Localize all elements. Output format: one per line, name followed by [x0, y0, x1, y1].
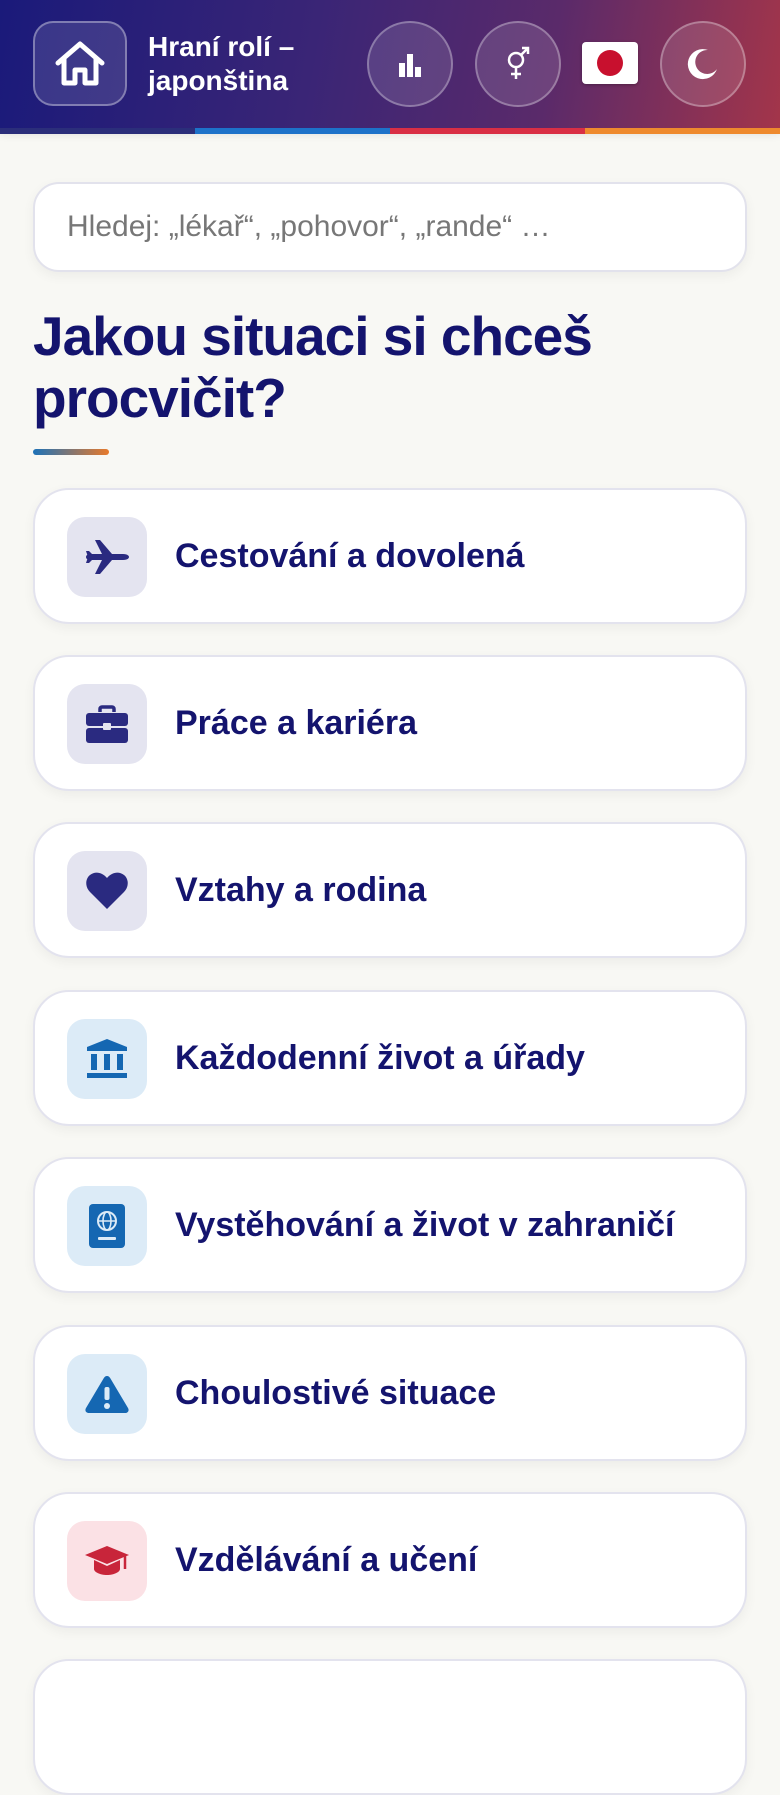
japan-flag-icon — [597, 50, 623, 76]
category-card-sensitive[interactable]: Choulostivé situace — [33, 1325, 747, 1461]
category-card-daily-life[interactable]: Každodenní život a úřady — [33, 990, 747, 1126]
header-stripe — [390, 128, 585, 134]
category-label: Vztahy a rodina — [175, 871, 427, 909]
stats-button[interactable] — [367, 21, 453, 107]
category-card-travel[interactable]: Cestování a dovolená — [33, 488, 747, 624]
briefcase-icon — [86, 705, 128, 743]
category-card-emigration[interactable]: Vystěhování a život v zahraničí — [33, 1157, 747, 1293]
theme-toggle-button[interactable] — [660, 21, 746, 107]
app-title: Hraní rolí – japonština — [148, 31, 295, 96]
moon-icon — [687, 49, 717, 80]
warning-icon — [85, 1376, 129, 1413]
category-icon-box — [67, 1186, 147, 1266]
graduation-cap-icon — [85, 1546, 129, 1575]
heart-icon — [86, 872, 128, 909]
passport-icon — [89, 1204, 125, 1248]
gender-button[interactable] — [475, 21, 561, 107]
category-label: Vystěhování a život v zahraničí — [175, 1206, 675, 1244]
airplane-icon — [86, 540, 129, 574]
category-card-partial[interactable] — [33, 1659, 747, 1795]
category-label: Každodenní život a úřady — [175, 1039, 585, 1077]
category-label: Práce a kariéra — [175, 704, 417, 742]
app-header: Hraní rolí – japonština — [0, 0, 780, 128]
category-card-education[interactable]: Vzdělávání a učení — [33, 1492, 747, 1628]
category-card-relationships[interactable]: Vztahy a rodina — [33, 822, 747, 958]
category-label: Cestování a dovolená — [175, 537, 525, 575]
home-icon — [55, 41, 105, 85]
category-icon-box — [67, 1019, 147, 1099]
header-stripe — [585, 128, 780, 134]
category-icon-box — [67, 1521, 147, 1601]
category-icon-box — [67, 851, 147, 931]
search-input[interactable] — [33, 182, 747, 272]
category-label: Vzdělávání a učení — [175, 1541, 478, 1579]
bar-chart-icon — [399, 54, 421, 77]
category-card-work[interactable]: Práce a kariéra — [33, 655, 747, 791]
page-title: Jakou situaci si chceš procvičit? — [33, 305, 593, 429]
header-stripe — [0, 128, 195, 134]
gender-icon — [507, 46, 530, 79]
header-stripe — [195, 128, 390, 134]
title-underline — [33, 449, 109, 455]
language-button[interactable] — [582, 42, 638, 84]
category-icon-box — [67, 517, 147, 597]
category-icon-box — [67, 684, 147, 764]
bank-icon — [87, 1039, 127, 1078]
home-button[interactable] — [33, 21, 127, 106]
category-label: Choulostivé situace — [175, 1374, 497, 1412]
category-icon-box — [67, 1354, 147, 1434]
